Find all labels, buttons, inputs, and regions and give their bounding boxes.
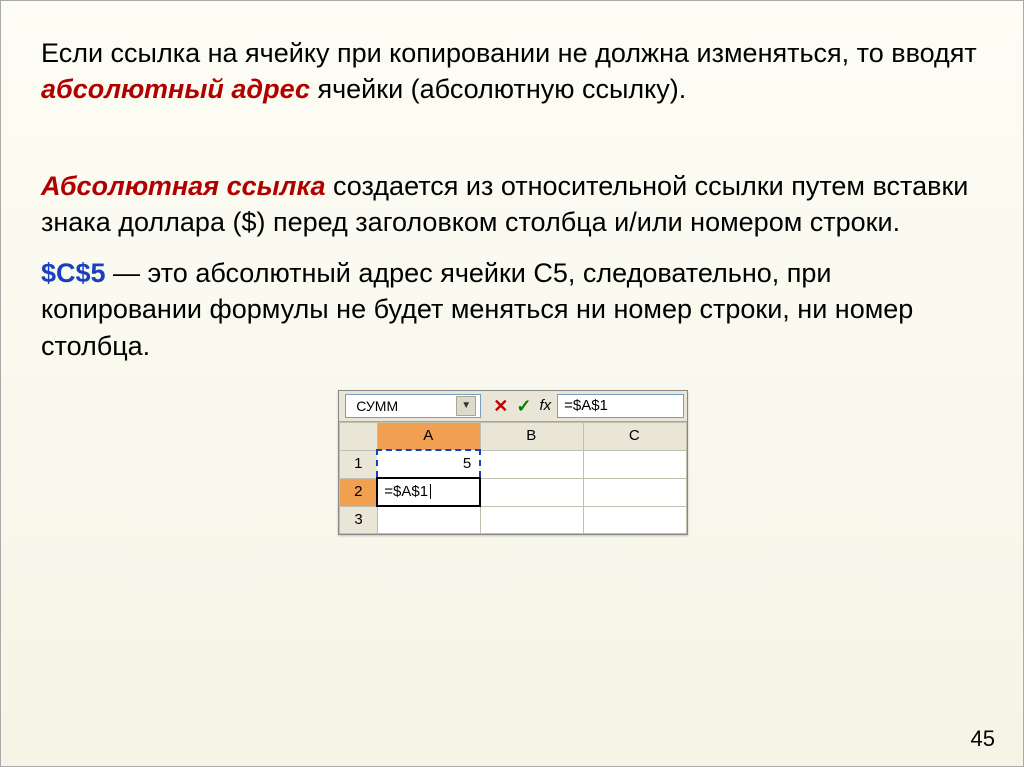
cell-c1[interactable] (583, 450, 686, 478)
page-number: 45 (971, 726, 995, 752)
formula-bar: СУММ ▼ ✕ ✓ fx =$A$1 (339, 391, 687, 422)
formula-input[interactable]: =$A$1 (557, 394, 684, 418)
cell-b3[interactable] (480, 506, 583, 534)
cell-a1[interactable]: 5 (377, 450, 480, 478)
name-box-dropdown-icon[interactable]: ▼ (456, 396, 476, 416)
cell-a2-value: =$A$1 (384, 483, 428, 500)
p1-text-1: Если ссылка на ячейку при копировании не… (41, 38, 977, 68)
cell-a2[interactable]: =$A$1 (377, 478, 480, 506)
row-header-1[interactable]: 1 (340, 450, 378, 478)
excel-figure: СУММ ▼ ✕ ✓ fx =$A$1 A B C (41, 390, 985, 535)
fx-icon[interactable]: fx (539, 396, 551, 416)
row-header-3[interactable]: 3 (340, 506, 378, 534)
cell-b2[interactable] (480, 478, 583, 506)
enter-icon[interactable]: ✓ (516, 394, 531, 418)
col-header-a[interactable]: A (377, 423, 480, 451)
cell-c2[interactable] (583, 478, 686, 506)
p3-emphasis: $C$5 (41, 258, 106, 288)
formula-text: =$A$1 (564, 396, 608, 416)
paragraph-1: Если ссылка на ячейку при копировании не… (41, 35, 985, 108)
col-header-c[interactable]: C (583, 423, 686, 451)
text-cursor (430, 484, 431, 499)
name-box-text: СУММ (356, 397, 398, 416)
spreadsheet-grid: A B C 1 5 2 =$A$1 3 (339, 422, 687, 534)
cell-c3[interactable] (583, 506, 686, 534)
cancel-icon[interactable]: ✕ (493, 394, 508, 418)
col-header-b[interactable]: B (480, 423, 583, 451)
paragraph-2: Абсолютная ссылка создается из относител… (41, 168, 985, 241)
p1-emphasis: абсолютный адрес (41, 74, 310, 104)
cell-a3[interactable] (377, 506, 480, 534)
select-all-corner[interactable] (340, 423, 378, 451)
p1-text-2: ячейки (абсолютную ссылку). (310, 74, 686, 104)
p2-emphasis: Абсолютная ссылка (41, 171, 326, 201)
excel-window: СУММ ▼ ✕ ✓ fx =$A$1 A B C (338, 390, 688, 535)
row-header-2[interactable]: 2 (340, 478, 378, 506)
cell-b1[interactable] (480, 450, 583, 478)
paragraph-3: $C$5 — это абсолютный адрес ячейки С5, с… (41, 255, 985, 364)
p3-text-1: — это абсолютный адрес ячейки С5, следов… (41, 258, 913, 361)
name-box[interactable]: СУММ ▼ (345, 394, 481, 418)
